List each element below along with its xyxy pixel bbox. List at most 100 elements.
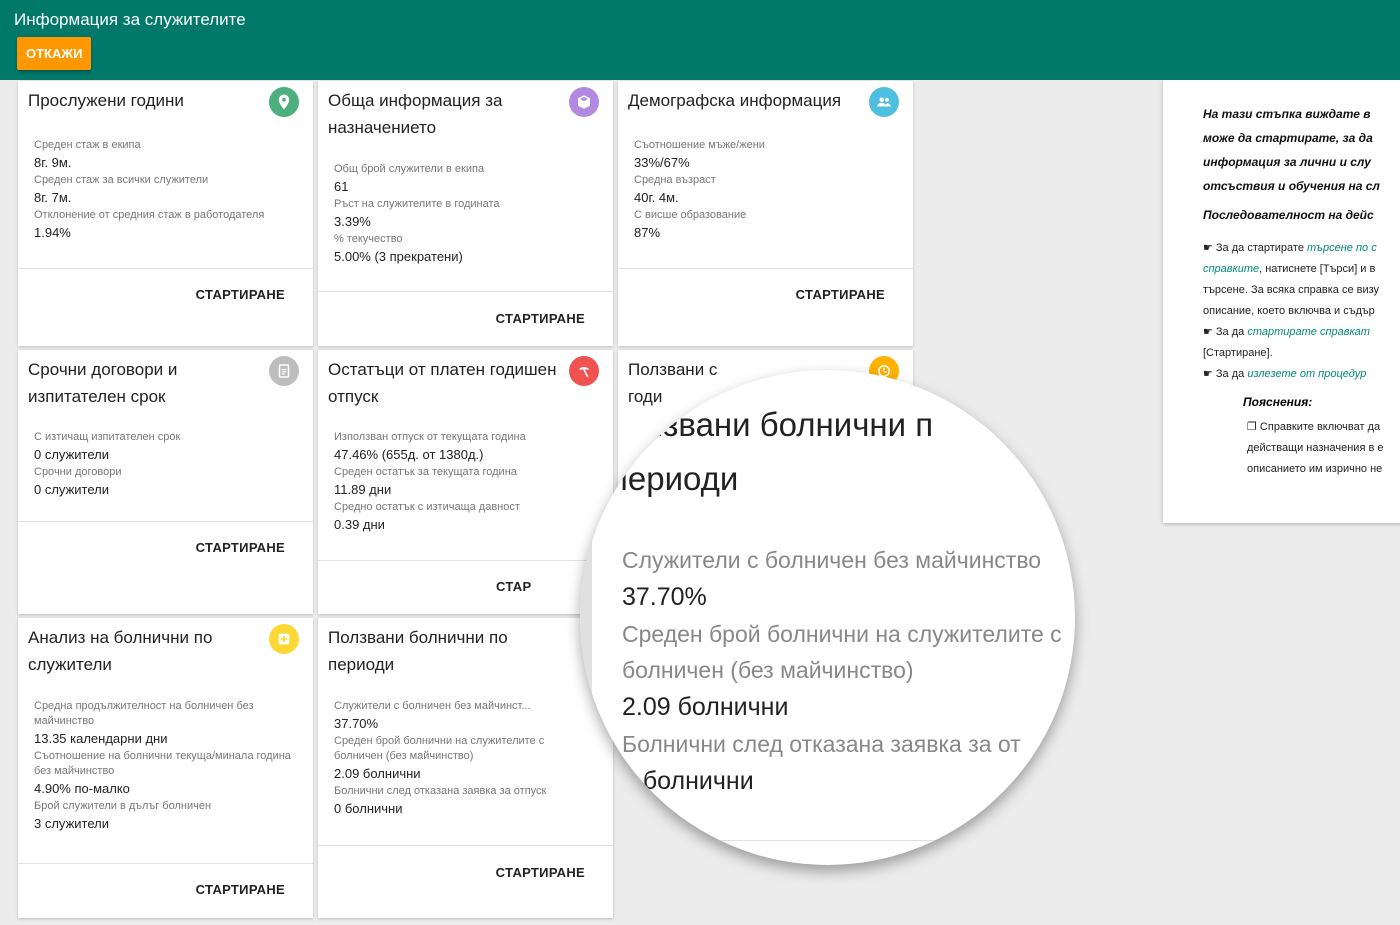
help-intro-line: може да стартирате, за да (1203, 131, 1373, 145)
stat-value: 11.89 дни (334, 482, 392, 497)
help-intro-line: отсъствия и обучения на сл (1203, 179, 1380, 193)
magnifier-stat-value: 37.70% (622, 583, 707, 611)
stat-label: Среден брой болнични на служителите с бо… (334, 735, 545, 762)
stat-value: 8г. 7м. (34, 190, 72, 205)
help-note-line: действащи назначения в е (1247, 442, 1384, 454)
stat-value: 2.09 болнични (334, 766, 421, 781)
start-button[interactable]: СТАР (496, 579, 531, 594)
stat-label: Ръст на служителите в годината (334, 198, 500, 210)
stat-value: 87% (634, 225, 661, 240)
stat-value: 61 (334, 179, 349, 194)
card-sick-periods: Ползвани болнични по периоди Служители с… (318, 618, 613, 918)
stat-value: 33%/67% (634, 155, 690, 170)
stat-label: Общ брой служители в екипа (334, 163, 485, 175)
card-divider (18, 863, 313, 864)
help-text: , натиснете [Търси] и в (1259, 263, 1376, 275)
magnifier-title: юлзвани болнични п периоди (610, 398, 933, 506)
stat-label: Срочни договори (34, 466, 122, 478)
start-button[interactable]: СТАРТИРАНЕ (196, 882, 285, 897)
card-divider (318, 291, 613, 292)
stats-list: Общ брой служители в екипа 61 Ръст на сл… (334, 162, 604, 267)
magnifier-edge (580, 370, 592, 865)
box-icon (569, 87, 599, 117)
help-link-exit[interactable]: излезете от процедур (1247, 368, 1366, 380)
help-link-start-report[interactable]: стартирате справкат (1247, 326, 1370, 338)
magnifier-title-line: периоди (610, 460, 739, 497)
stat-label: Среден остатък за текущата година (334, 466, 517, 478)
card-divider (618, 268, 913, 269)
stat-label: Използван отпуск от текущата година (334, 431, 526, 443)
start-button[interactable]: СТАРТИРАНЕ (196, 540, 285, 555)
magnifier-title-line: юлзвани болнични п (620, 406, 934, 443)
stats-list: С изтичащ изпитателен срок 0 служители С… (34, 430, 304, 500)
location-pin-icon (269, 87, 299, 117)
people-icon (869, 87, 899, 117)
help-line: ☛ За да излезете от процедур (1203, 364, 1400, 385)
card-contracts: Срочни договори и изпитателен срок С изт… (18, 350, 313, 614)
stat-value: 4.90% по-малко (34, 781, 130, 796)
stat-value: 47.46% (655д. от 1380д.) (334, 447, 484, 462)
card-title: Прослужени години (28, 91, 184, 110)
card-divider (18, 268, 313, 269)
card-divider (318, 845, 613, 846)
page-title: Информация за служителите (14, 10, 246, 29)
stats-list: Използван отпуск от текущата година 47.4… (334, 430, 604, 535)
card-title: Анализ на болнични по служители (28, 628, 213, 674)
help-line: описание, което включва и съдър (1203, 305, 1375, 317)
stat-value: 1.94% (34, 225, 71, 240)
help-text: ☛ За да (1203, 326, 1248, 338)
cancel-button[interactable]: ОТКАЖИ (17, 37, 92, 70)
stats-list: Среден стаж в екипа 8г. 9м. Среден стаж … (34, 138, 304, 243)
start-button[interactable]: СТАРТИРАНЕ (496, 311, 585, 326)
card-title: Ползвани болнични по периоди (328, 628, 508, 674)
magnifier-stat-label: Служители с болничен без майчинство (622, 547, 1042, 573)
app-header: Информация за служителите ОТКАЖИ (0, 0, 1400, 80)
help-content: На тази стъпка виждате в може да стартир… (1203, 102, 1400, 480)
help-note-line: описанието им изрично не (1247, 463, 1383, 475)
stat-label: Средно остатък с изтичаща давност (334, 501, 520, 513)
stats-list: Служители с болничен без майчинст... 37.… (334, 699, 572, 819)
stat-label: Болнични след отказана заявка за отпуск (334, 785, 547, 797)
help-panel: На тази стъпка виждате в може да стартир… (1163, 80, 1400, 523)
help-link-search[interactable]: търсене по с (1307, 242, 1377, 254)
card-sick-analysis: Анализ на болнични по служители Средна п… (18, 618, 313, 918)
magnifier-stat-value: 0 болнични (622, 767, 754, 795)
clipboard-icon (269, 356, 299, 386)
stat-label: Брой служители в дълъг болничен (34, 800, 212, 812)
stat-label: Средна възраст (634, 174, 716, 186)
magnifier-stats: Служители с болничен без майчинство 37.7… (622, 542, 1062, 800)
start-button[interactable]: СТАРТИРАНЕ (796, 287, 885, 302)
card-annual-leave: Остатъци от платен годишен отпуск Използ… (318, 350, 613, 614)
stat-value: 0 служители (34, 447, 109, 462)
help-link-reports[interactable]: справките (1203, 263, 1259, 275)
card-title: Демографска информация (628, 91, 842, 110)
stat-value: 3.39% (334, 214, 371, 229)
stats-list: Съотношение мъже/жени 33%/67% Средна въз… (634, 138, 904, 243)
stat-label: Служители с болничен без майчинст... (334, 700, 531, 712)
stat-label: С висше образование (634, 209, 747, 221)
stat-value: 13.35 календарни дни (34, 731, 168, 746)
help-sequence-title: Последователност на дейс (1203, 208, 1374, 222)
help-line: справките, натиснете [Търси] и в (1203, 259, 1400, 280)
help-line: ☛ За да стартирате търсене по с (1203, 238, 1400, 259)
card-title: Обща информация за назначението (328, 91, 503, 137)
start-button[interactable]: СТАРТИРАНЕ (196, 287, 285, 302)
help-line: [Стартиране]. (1203, 347, 1273, 359)
card-appointment: Обща информация за назначението Общ брой… (318, 81, 613, 346)
magnifier-stat-label: болничен (без майчинство) (622, 657, 914, 683)
start-button[interactable]: СТАРТИРАНЕ (496, 865, 585, 880)
stat-value: 5.00% (3 прекратени) (334, 249, 463, 264)
help-text: ☛ За да (1203, 368, 1248, 380)
help-line: търсене. За всяка справка се визу (1203, 284, 1380, 296)
plus-icon (269, 624, 299, 654)
stat-label: Среден стаж за всички служители (34, 174, 209, 186)
stat-label: Средна продължителност на болничен без м… (34, 700, 254, 727)
stat-value: 0 служители (34, 482, 109, 497)
stats-list: Средна продължителност на болничен без м… (34, 699, 304, 834)
stat-label: Среден стаж в екипа (34, 139, 141, 151)
stat-value: 0 болнични (334, 801, 403, 816)
stat-value: 0.39 дни (334, 517, 385, 532)
stat-value: 37.70% (334, 716, 379, 731)
help-line: ☛ За да стартирате справкат (1203, 322, 1400, 343)
card-demographic: Демографска информация Съотношение мъже/… (618, 81, 913, 346)
